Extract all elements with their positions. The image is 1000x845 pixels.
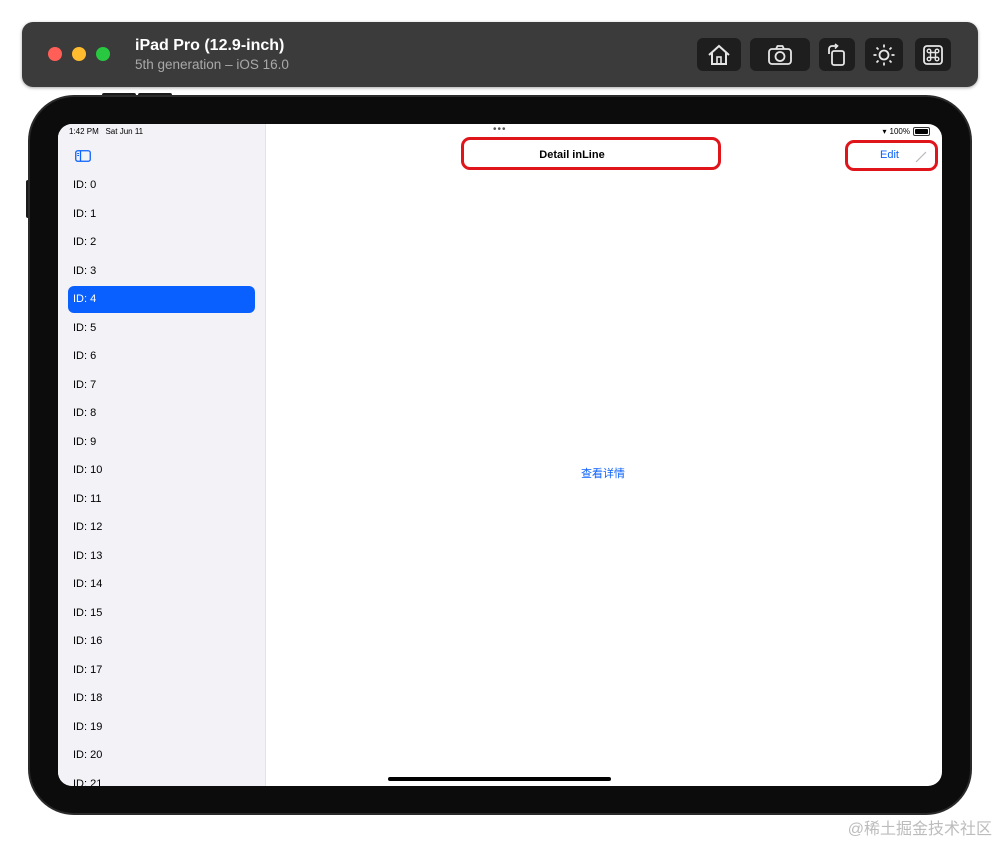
sidebar-item-id-2[interactable]: ID: 2 — [58, 228, 265, 257]
nav-title: Detail inLine — [539, 149, 605, 161]
device-subtitle: 5th generation – iOS 16.0 — [135, 57, 289, 72]
sidebar-item-id-19[interactable]: ID: 19 — [58, 713, 265, 742]
status-time-date: 1:42 PM Sat Jun 11 — [69, 127, 143, 136]
sidebar-item-label: ID: 11 — [73, 492, 102, 505]
sidebar-item-label: ID: 15 — [73, 606, 103, 619]
sidebar-item-id-18[interactable]: ID: 18 — [58, 684, 265, 713]
sidebar-item-label: ID: 16 — [73, 635, 103, 648]
sidebar-item-label: ID: 1 — [73, 207, 97, 220]
rotate-button[interactable] — [819, 38, 855, 71]
sidebar-item-label: ID: 19 — [73, 720, 103, 733]
sidebar-item-id-16[interactable]: ID: 16 — [58, 627, 265, 656]
sidebar-item-id-3[interactable]: ID: 3 — [58, 257, 265, 286]
sidebar-item-label: ID: 21 — [73, 777, 103, 786]
wifi-icon: ▾ — [882, 127, 887, 136]
screenshot-icon — [768, 44, 792, 65]
sidebar-item-id-10[interactable]: ID: 10 — [58, 456, 265, 485]
sidebar-item-id-5[interactable]: ID: 5 — [58, 314, 265, 343]
close-window-button[interactable] — [48, 47, 62, 61]
ipad-screen: 1:42 PM Sat Jun 11 ID: 0 ID: 1 ID: 2 ID: 3I… — [58, 124, 942, 786]
watermark: @稀土掘金技术社区 — [847, 821, 992, 838]
sidebar-item-label: ID: 8 — [73, 407, 97, 420]
command-icon — [923, 44, 943, 65]
sidebar-item-label: ID: 6 — [73, 350, 97, 363]
sidebar-item-label: ID: 20 — [73, 749, 103, 762]
sidebar-item-label: ID: 7 — [73, 378, 97, 391]
zoom-window-button[interactable] — [96, 47, 110, 61]
sidebar-item-label: ID: 18 — [73, 692, 103, 705]
appearance-icon — [873, 44, 895, 65]
sidebar-item-label: ID: 0 — [73, 179, 97, 192]
sidebar-item-label: ID: 4 — [73, 293, 97, 306]
sidebar-item-id-6[interactable]: ID: 6 — [58, 342, 265, 371]
sidebar-item-id-11[interactable]: ID: 11 — [58, 485, 265, 514]
sidebar-item-label: ID: 5 — [73, 321, 97, 334]
sidebar-item-id-4[interactable]: ID: 4 — [58, 285, 265, 314]
sidebar-item-id-1[interactable]: ID: 1 — [58, 200, 265, 229]
id-list: ID: 0 ID: 1 ID: 2 ID: 3 ID: 4 ID: 5 ID: 6 ID: 7… — [58, 171, 265, 786]
home-indicator[interactable] — [388, 777, 611, 781]
minimize-window-button[interactable] — [72, 47, 86, 61]
appearance-button[interactable] — [865, 38, 903, 71]
sidebar: 1:42 PM Sat Jun 11 ID: 0 ID: 1 ID: 2 ID: 3I… — [58, 124, 266, 786]
sidebar-item-id-15[interactable]: ID: 15 — [58, 599, 265, 628]
sidebar-item-label: ID: 12 — [73, 521, 103, 534]
sidebar-item-label: ID: 13 — [73, 549, 103, 562]
rotate-icon — [828, 42, 845, 66]
sidebar-item-id-8[interactable]: ID: 8 — [58, 399, 265, 428]
view-details-link[interactable]: 查看详情 — [581, 465, 625, 481]
multitasking-dots-icon[interactable]: ••• — [493, 124, 507, 135]
sidebar-item-label: ID: 9 — [73, 435, 97, 448]
sidebar-item-label: ID: 17 — [73, 663, 103, 676]
sidebar-item-label: ID: 3 — [73, 264, 97, 277]
status-battery: ▾ 100% — [883, 127, 930, 136]
sidebar-item-label: ID: 14 — [73, 578, 103, 591]
sidebar-item-label: ID: 10 — [73, 464, 103, 477]
sidebar-item-id-12[interactable]: ID: 12 — [58, 513, 265, 542]
device-name: iPad Pro (12.9-inch) — [135, 37, 285, 54]
sidebar-item-label: ID: 2 — [73, 236, 97, 249]
sidebar-item-id-0[interactable]: ID: 0 — [58, 171, 265, 200]
screenshot-button[interactable] — [750, 38, 810, 71]
sidebar-item-id-20[interactable]: ID: 20 — [58, 741, 265, 770]
edit-button[interactable]: Edit — [880, 149, 899, 161]
battery-icon — [913, 127, 930, 136]
sidebar-item-id-14[interactable]: ID: 14 — [58, 570, 265, 599]
battery-percent: 100% — [889, 127, 910, 136]
sidebar-item-id-9[interactable]: ID: 9 — [58, 428, 265, 457]
status-date: Sat Jun 11 — [105, 127, 144, 136]
sidebar-toggle-icon[interactable] — [75, 150, 91, 162]
pencil-icon[interactable] — [915, 151, 927, 163]
sidebar-item-id-7[interactable]: ID: 7 — [58, 371, 265, 400]
sidebar-item-id-17[interactable]: ID: 17 — [58, 656, 265, 685]
status-time: 1:42 PM — [69, 127, 99, 136]
sidebar-item-id-21[interactable]: ID: 21 — [58, 770, 265, 786]
command-button[interactable] — [915, 38, 951, 71]
sidebar-item-id-13[interactable]: ID: 13 — [58, 542, 265, 571]
home-button[interactable] — [697, 38, 741, 71]
home-icon — [708, 44, 730, 65]
simulator-title-bar: iPad Pro (12.9-inch) 5th generation – iO… — [22, 22, 978, 87]
